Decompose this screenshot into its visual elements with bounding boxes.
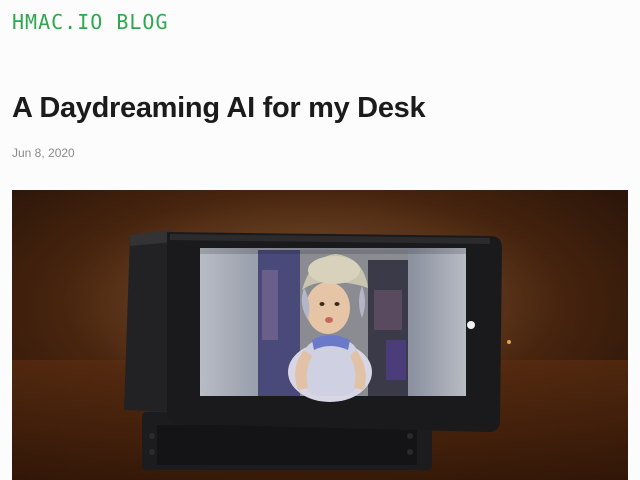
post-date: Jun 8, 2020 [12,146,75,160]
site-header: HMAC.IO BLOG [12,8,169,36]
site-title-link[interactable]: HMAC.IO BLOG [12,10,169,34]
hero-image [12,190,628,480]
post-title: A Daydreaming AI for my Desk [12,92,426,124]
page: HMAC.IO BLOG A Daydreaming AI for my Des… [0,0,640,480]
hero-photo-illustration [12,190,628,480]
